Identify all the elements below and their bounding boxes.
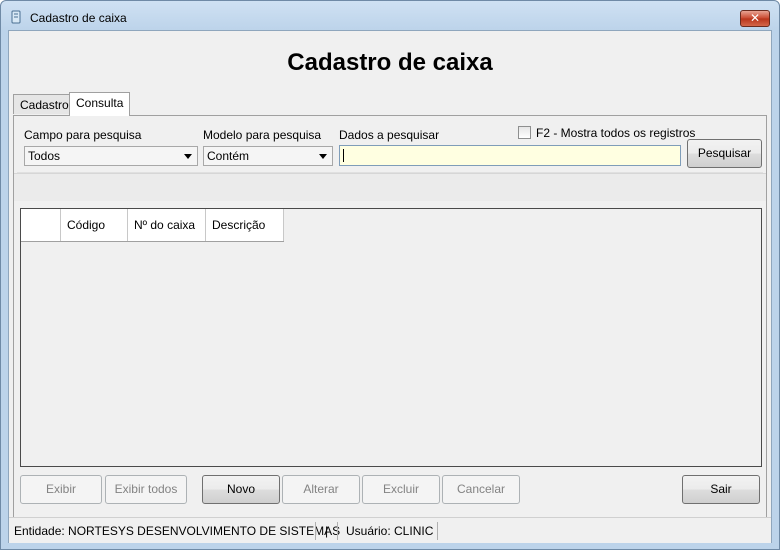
novo-button[interactable]: Novo <box>202 475 280 504</box>
status-separator: | <box>325 524 329 538</box>
text-caret <box>343 149 344 162</box>
window-title: Cadastro de caixa <box>30 11 127 25</box>
column-header-descricao[interactable]: Descrição <box>206 209 284 241</box>
title-bar[interactable]: Cadastro de caixa ✕ <box>1 1 779 31</box>
search-button[interactable]: Pesquisar <box>687 139 762 168</box>
search-area: Campo para pesquisa Todos Modelo para pe… <box>17 118 763 173</box>
client-area: Cadastro de caixa Cadastro Consulta Camp… <box>8 30 772 543</box>
page-title: Cadastro de caixa <box>287 49 493 76</box>
column-header-codigo[interactable]: Código <box>61 209 128 241</box>
cancelar-button[interactable]: Cancelar <box>442 475 520 504</box>
status-divider <box>437 522 438 540</box>
status-divider <box>315 522 316 540</box>
status-user: Usuário: CLINIC <box>346 524 434 538</box>
consulta-panel: Campo para pesquisa Todos Modelo para pe… <box>13 115 767 540</box>
exibir-todos-button[interactable]: Exibir todos <box>105 475 187 504</box>
column-header-numero-caixa[interactable]: Nº do caixa <box>128 209 206 241</box>
search-data-label: Dados a pesquisar <box>339 128 440 142</box>
application-window: Cadastro de caixa ✕ Cadastro de caixa Ca… <box>0 0 780 550</box>
search-model-value: Contém <box>207 149 250 163</box>
tab-cadastro[interactable]: Cadastro <box>13 94 76 114</box>
close-window-button[interactable]: ✕ <box>740 10 770 27</box>
app-icon <box>11 10 21 24</box>
search-field-value: Todos <box>28 149 61 163</box>
results-grid[interactable]: Código Nº do caixa Descrição <box>20 208 762 467</box>
show-all-checkbox[interactable] <box>518 126 531 139</box>
excluir-button[interactable]: Excluir <box>362 475 440 504</box>
search-model-label: Modelo para pesquisa <box>203 128 322 142</box>
search-model-select[interactable]: Contém <box>203 146 333 166</box>
status-divider <box>337 522 338 540</box>
dropdown-arrow-icon <box>319 154 327 159</box>
filter-strip <box>14 173 766 201</box>
alterar-button[interactable]: Alterar <box>282 475 360 504</box>
search-data-input[interactable] <box>339 145 681 166</box>
dropdown-arrow-icon <box>184 154 192 159</box>
sair-button[interactable]: Sair <box>682 475 760 504</box>
search-field-label: Campo para pesquisa <box>24 128 142 142</box>
exibir-button[interactable]: Exibir <box>20 475 102 504</box>
status-bar: Entidade: NORTESYS DESENVOLVIMENTO DE SI… <box>9 517 771 543</box>
grid-header: Código Nº do caixa Descrição <box>21 209 284 242</box>
tab-consulta[interactable]: Consulta <box>69 92 131 116</box>
search-field-select[interactable]: Todos <box>24 146 198 166</box>
grid-header-selector[interactable] <box>21 209 61 241</box>
status-entity: Entidade: NORTESYS DESENVOLVIMENTO DE SI… <box>14 524 341 538</box>
show-all-label: F2 - Mostra todos os registros <box>536 126 696 140</box>
